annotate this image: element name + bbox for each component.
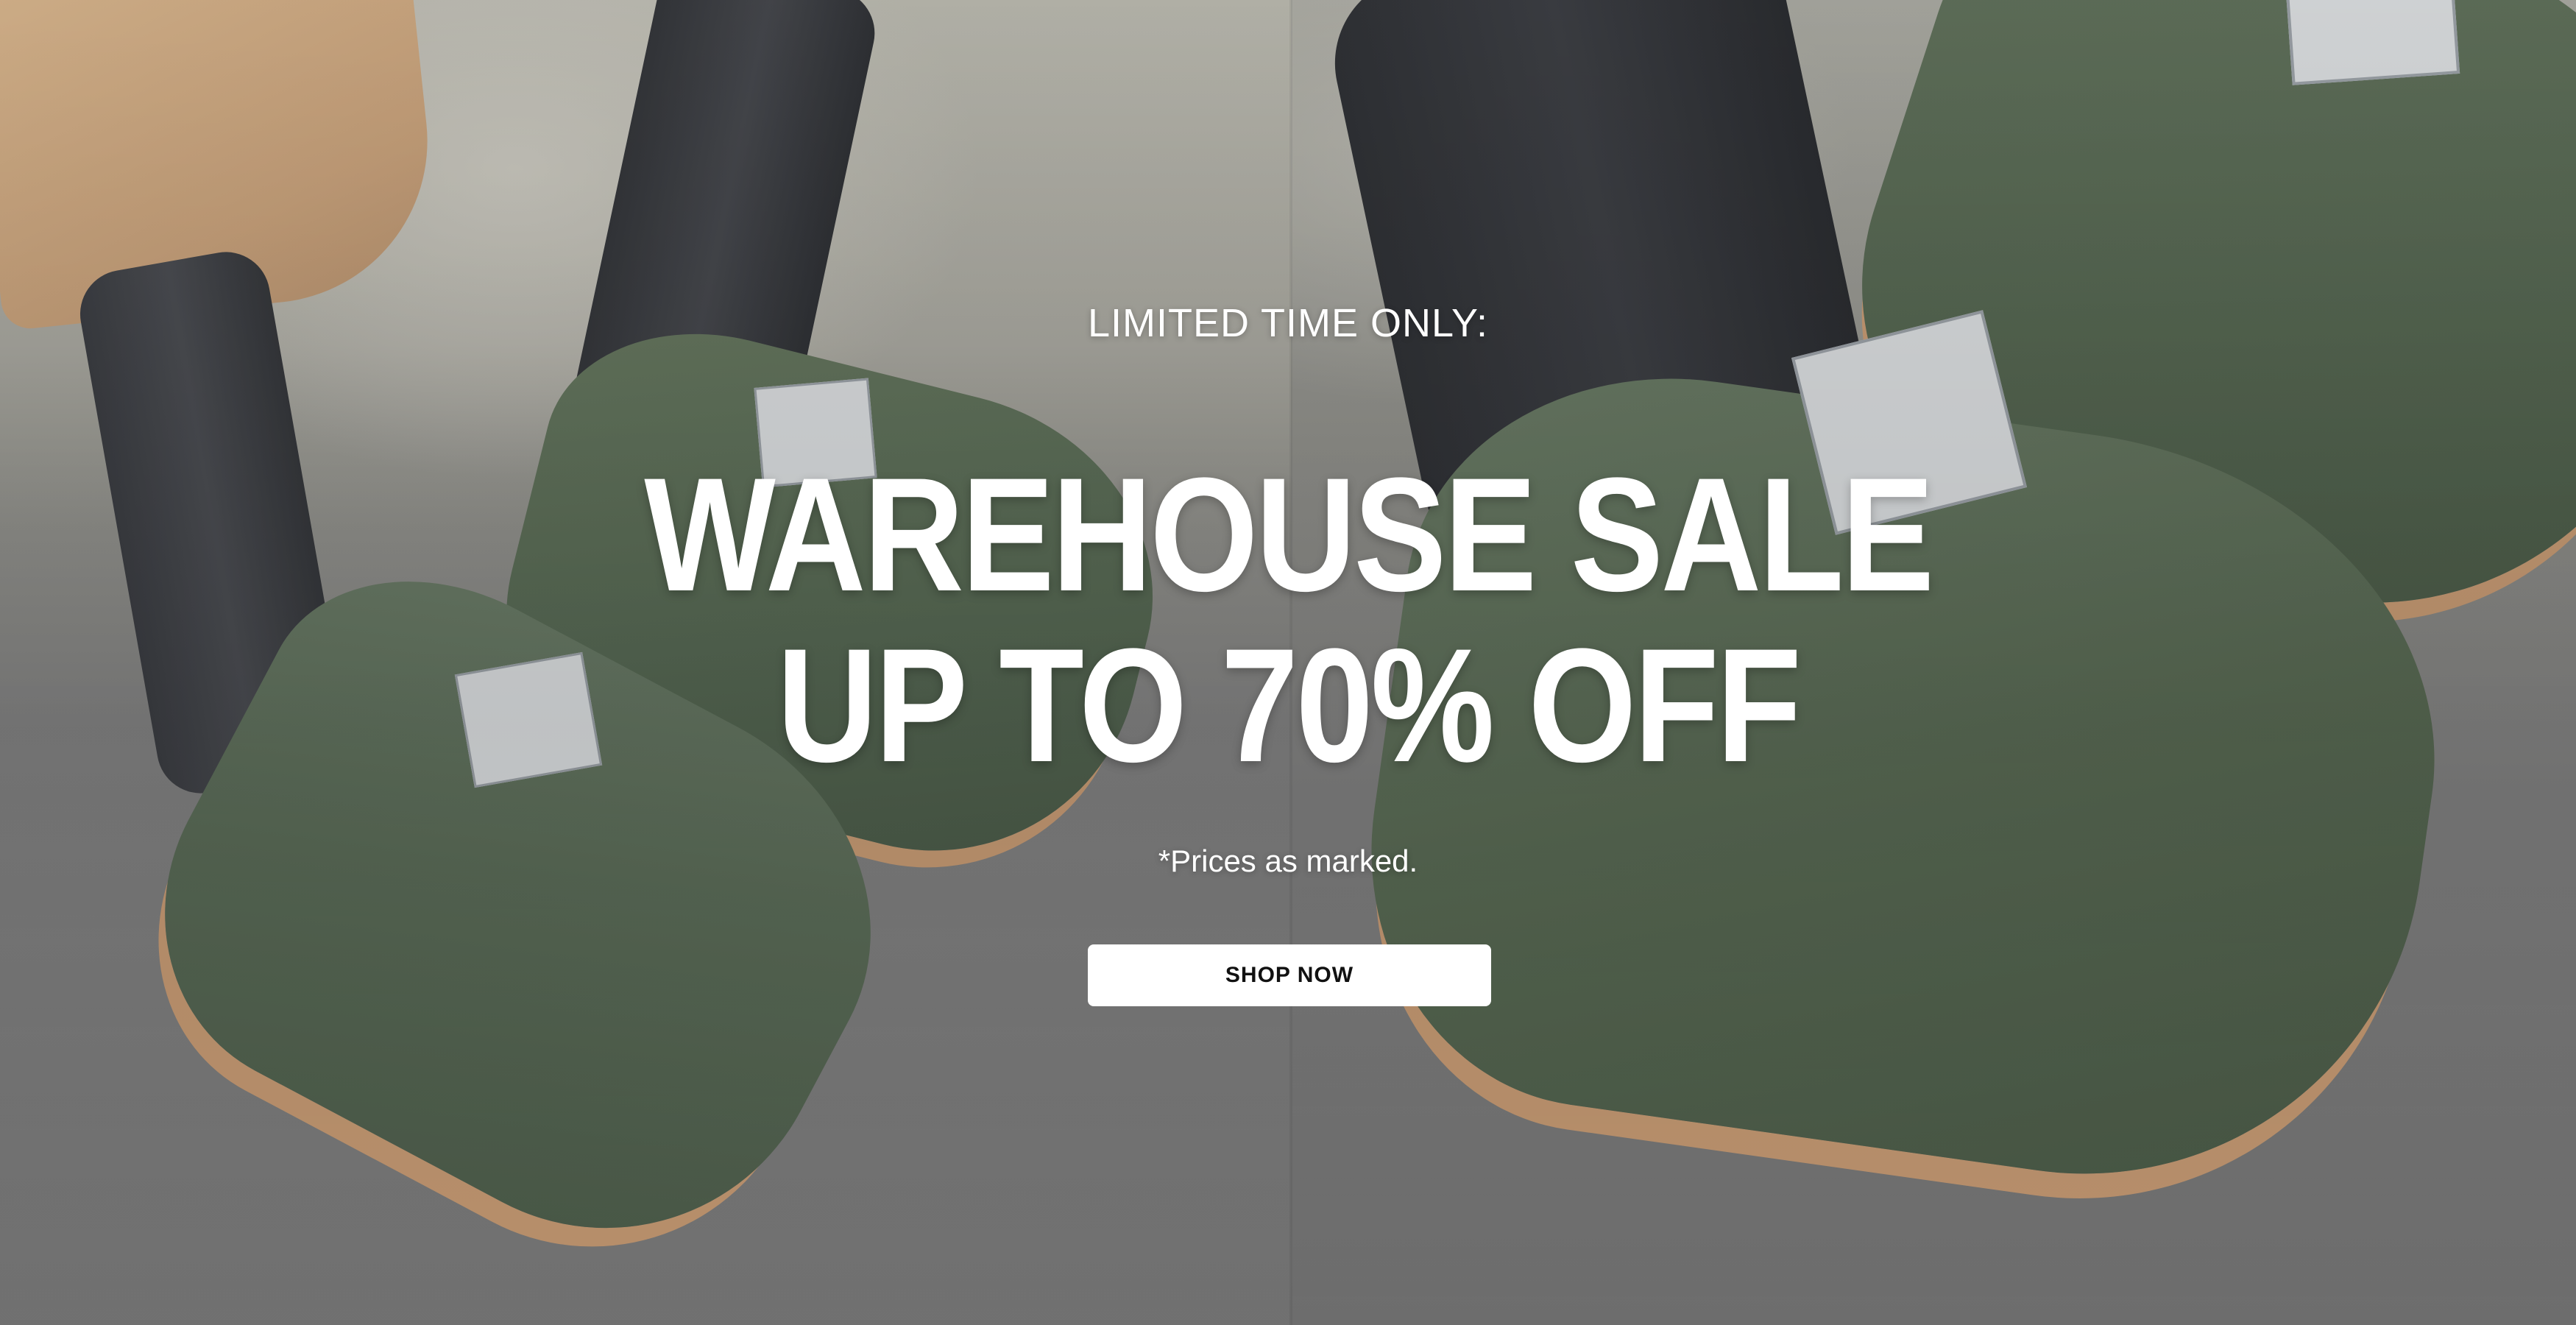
hero-banner: LIMITED TIME ONLY: WAREHOUSE SALE UP TO …	[0, 0, 2576, 1325]
hero-content: LIMITED TIME ONLY: WAREHOUSE SALE UP TO …	[0, 0, 2576, 1325]
headline-line-2: UP TO 70% OFF	[776, 615, 1802, 796]
price-disclaimer: *Prices as marked.	[1158, 844, 1418, 878]
promo-eyebrow: LIMITED TIME ONLY:	[1087, 301, 1489, 345]
shop-now-button[interactable]: SHOP NOW	[1088, 944, 1491, 1006]
promo-headline: WAREHOUSE SALE UP TO 70% OFF	[180, 449, 2396, 791]
headline-line-1: WAREHOUSE SALE	[644, 444, 1934, 625]
